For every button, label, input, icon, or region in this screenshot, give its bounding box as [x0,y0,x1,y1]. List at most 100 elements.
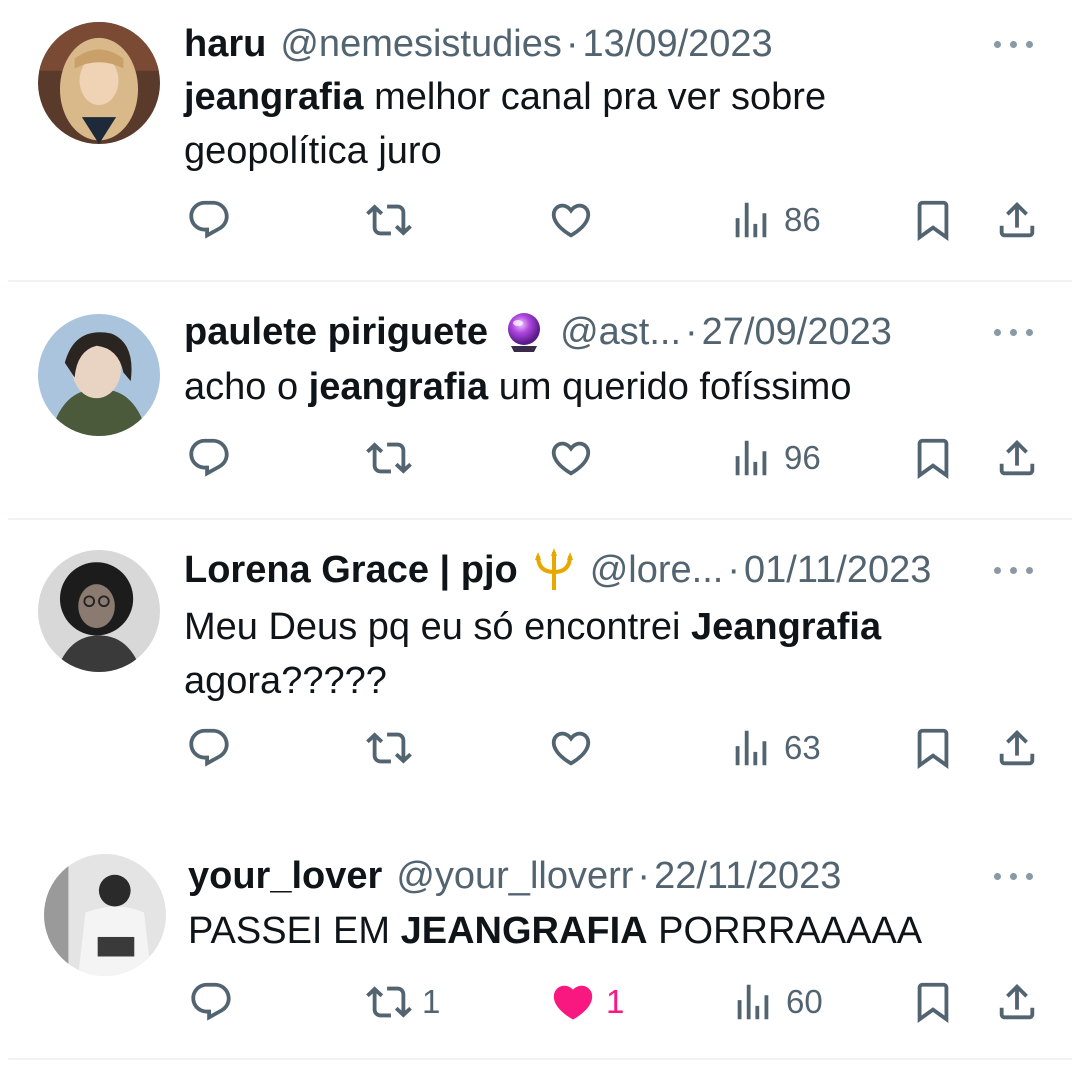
tweet-header: Lorena Grace | pjo @lore... · 01/11/2023 [184,546,1040,594]
tweet-date[interactable]: 13/09/2023 [583,20,773,68]
reply-icon [186,725,232,771]
bookmark-icon [910,435,956,481]
views-icon [728,435,774,481]
views-button[interactable]: 63 [728,718,821,778]
reply-icon [186,197,232,243]
tweet-text-pre: PASSEI EM [188,910,401,952]
reply-button[interactable] [188,972,234,1032]
heart-icon [548,197,594,243]
reply-button[interactable] [186,428,232,488]
mention-bold: jeangrafia [308,366,489,408]
share-button[interactable] [994,190,1040,250]
tweet[interactable]: paulete piriguete @ast... · 27/09/2023 a… [0,282,1080,518]
avatar[interactable] [38,550,160,672]
tweet[interactable]: your_lover @your_lloverr · 22/11/2023 PA… [0,830,1080,1060]
separator-dot: · [685,311,698,353]
retweet-button[interactable] [366,718,422,778]
replies-feed: haru @nemesistudies · 13/09/2023 jeangra… [0,0,1080,1080]
divider [8,1058,1072,1060]
retweet-button[interactable]: 1 [366,972,440,1032]
tweet-text-rest: PORRRAAAAA [647,910,923,952]
tweet-date[interactable]: 01/11/2023 [744,546,931,594]
share-icon [994,435,1040,481]
display-name[interactable]: haru [184,20,266,68]
display-name[interactable]: your_lover [188,852,382,900]
views-count: 63 [784,729,821,766]
tweet-actions: 86 [0,190,1080,250]
tweet-text-pre: Meu Deus pq eu só encontrei [184,606,691,648]
like-button[interactable] [548,718,604,778]
share-icon [994,725,1040,771]
bookmark-button[interactable] [910,718,956,778]
mention-bold: jeangrafia [184,76,364,118]
mention-bold: Jeangrafia [690,606,882,648]
bookmark-icon [910,197,956,243]
retweet-icon [366,725,412,771]
views-icon [730,979,776,1025]
user-handle[interactable]: @your_lloverr [396,852,633,900]
share-icon [994,979,1040,1025]
tweet-header: paulete piriguete @ast... · 27/09/2023 [184,308,1040,356]
tweet-date[interactable]: 27/09/2023 [702,308,892,356]
more-options-icon[interactable] [994,38,1034,50]
mention-bold: JEANGRAFIA [400,910,648,952]
tweet-text: Meu Deus pq eu só encontrei Jeangrafia a… [184,600,964,708]
avatar[interactable] [38,314,160,436]
more-options-icon[interactable] [994,326,1034,338]
share-button[interactable] [994,972,1040,1032]
share-icon [994,197,1040,243]
tweet-actions: 96 [0,428,1080,488]
like-count: 1 [606,983,625,1020]
views-button[interactable]: 96 [728,428,821,488]
retweet-icon [366,435,412,481]
separator-dot: · [565,23,579,65]
display-name[interactable]: Lorena Grace | pjo [184,546,518,594]
views-button[interactable]: 60 [730,972,823,1032]
tweet-text-rest: um querido fofíssimo [488,366,852,408]
share-button[interactable] [994,718,1040,778]
bookmark-icon [910,725,956,771]
retweet-icon [366,197,412,243]
display-name[interactable]: paulete piriguete [184,308,488,356]
views-count: 96 [784,439,821,476]
tweet-date[interactable]: 22/11/2023 [654,852,841,900]
crystal-ball-icon [508,313,541,352]
retweet-button[interactable] [366,190,422,250]
bookmark-button[interactable] [910,428,956,488]
avatar[interactable] [38,22,160,144]
user-handle[interactable]: @ast... [560,308,681,356]
tweet[interactable]: haru @nemesistudies · 13/09/2023 jeangra… [0,0,1080,280]
tweet-header: haru @nemesistudies · 13/09/2023 [184,20,1040,68]
reply-icon [188,979,234,1025]
heart-icon [548,725,594,771]
user-handle[interactable]: @nemesistudies [280,20,561,68]
separator-dot: · [727,549,741,591]
like-button[interactable] [548,190,604,250]
tweet-actions: 1 1 60 [0,972,1080,1032]
like-button[interactable]: 1 [550,972,624,1032]
reply-button[interactable] [186,718,232,778]
heart-filled-icon [550,979,596,1025]
user-handle[interactable]: @lore... [590,546,724,594]
avatar[interactable] [44,854,166,976]
more-options-icon[interactable] [994,870,1034,882]
share-button[interactable] [994,428,1040,488]
bookmark-button[interactable] [910,972,956,1032]
retweet-button[interactable] [366,428,422,488]
separator-dot: · [637,855,651,897]
reply-button[interactable] [186,190,232,250]
views-button[interactable]: 86 [728,190,821,250]
views-count: 60 [786,983,823,1020]
tweet-actions: 63 [0,718,1080,778]
tweet-text: acho o jeangrafia um querido fofíssimo [184,360,1014,414]
tweet-text: jeangrafia melhor canal pra ver sobre ge… [184,70,1014,178]
views-icon [728,197,774,243]
tweet-text-pre: acho o [184,366,309,408]
bookmark-button[interactable] [910,190,956,250]
more-options-icon[interactable] [994,564,1034,576]
like-button[interactable] [548,428,604,488]
reply-icon [186,435,232,481]
tweet[interactable]: Lorena Grace | pjo @lore... · 01/11/2023… [0,520,1080,820]
views-count: 86 [784,201,821,238]
tweet-text: PASSEI EM JEANGRAFIA PORRRAAAAA [188,904,1018,958]
